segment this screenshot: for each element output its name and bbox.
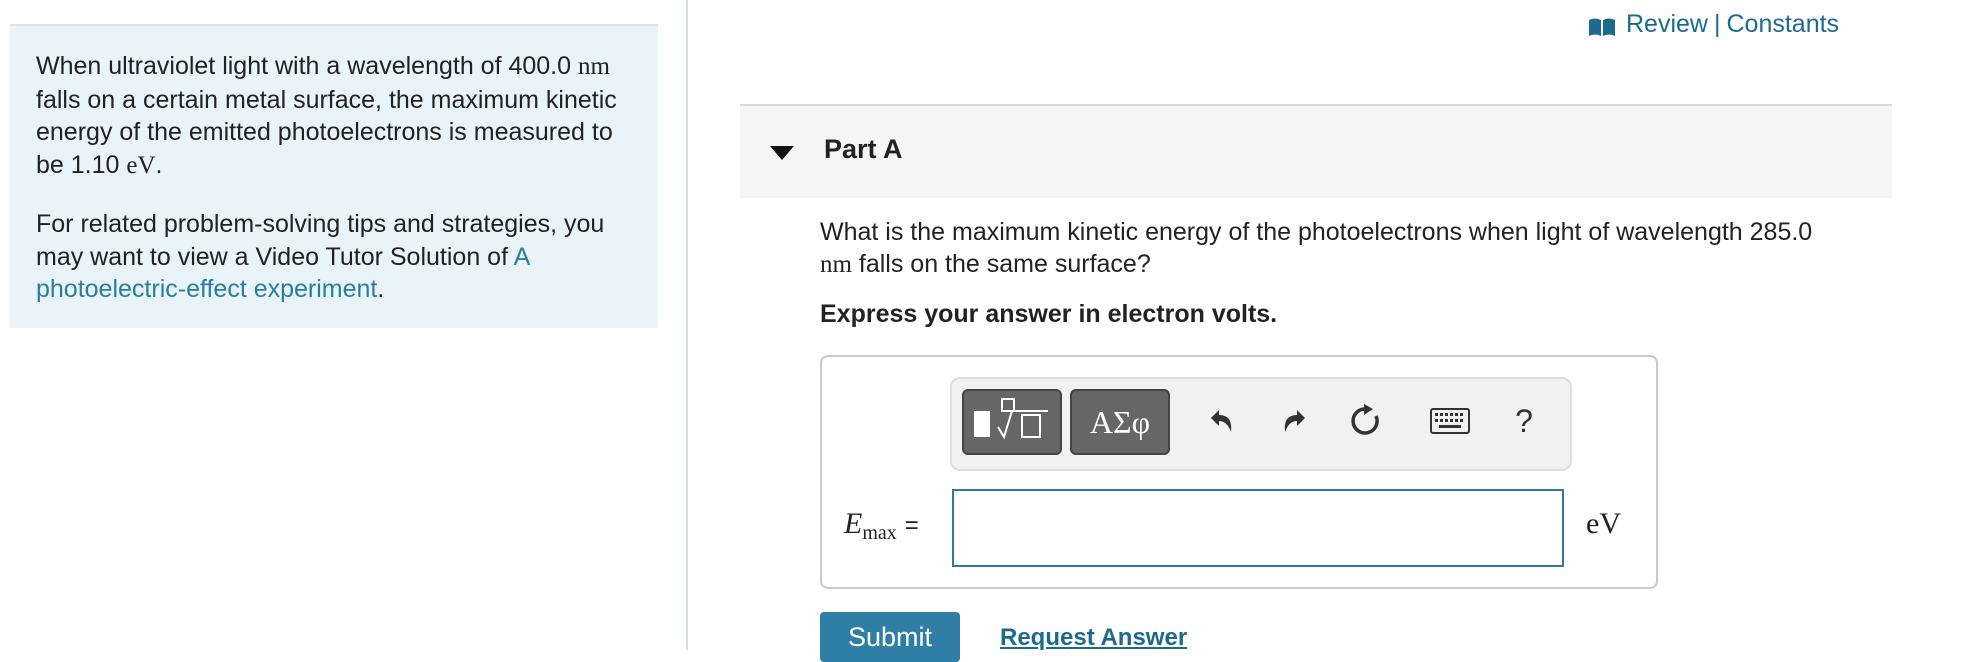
panel-divider bbox=[686, 0, 688, 650]
problem-text: . bbox=[155, 150, 163, 179]
question-segment: falls on the same surface? bbox=[851, 250, 1151, 278]
problem-text: When ultraviolet light with a wavelength… bbox=[36, 52, 578, 80]
part-title: Part A bbox=[824, 134, 903, 164]
question-segment: What is the maximum kinetic energy of th… bbox=[820, 218, 1813, 246]
unit-nm: nm bbox=[577, 53, 610, 80]
answer-instruction: Express your answer in electron volts. bbox=[820, 300, 1278, 328]
constants-link[interactable]: Constants bbox=[1726, 10, 1839, 39]
math-toolbar: ΑΣφ ? bbox=[950, 377, 1572, 471]
review-constants-links: Review | Constants bbox=[1588, 10, 1839, 39]
unit-ev: eV bbox=[126, 151, 156, 179]
problem-text: falls on a certain metal surface, the ma… bbox=[36, 85, 617, 179]
help-icon[interactable]: ? bbox=[1504, 397, 1544, 445]
variable-symbol: E bbox=[844, 507, 863, 540]
reset-icon[interactable] bbox=[1346, 397, 1386, 445]
greek-symbols-icon[interactable]: ΑΣφ bbox=[1070, 389, 1170, 455]
answer-box: ΑΣφ ? Emax = eV bbox=[820, 355, 1658, 589]
templates-icon[interactable] bbox=[962, 389, 1062, 455]
part-a-header[interactable]: Part A bbox=[740, 106, 1892, 198]
answer-unit: eV bbox=[1586, 507, 1621, 540]
answer-variable-label: Emax = bbox=[844, 507, 919, 545]
undo-icon[interactable] bbox=[1202, 397, 1242, 445]
request-answer-link[interactable]: Request Answer bbox=[1000, 624, 1187, 652]
tips-text: . bbox=[377, 275, 385, 303]
redo-icon[interactable] bbox=[1274, 397, 1314, 445]
answer-input[interactable] bbox=[952, 489, 1564, 567]
problem-statement-panel: When ultraviolet light with a wavelength… bbox=[10, 24, 658, 328]
collapse-caret-icon[interactable] bbox=[770, 146, 794, 160]
keyboard-icon[interactable] bbox=[1428, 397, 1472, 445]
equals-sign: = bbox=[904, 512, 919, 539]
problem-paragraph-2: For related problem-solving tips and str… bbox=[36, 208, 632, 306]
book-icon bbox=[1588, 15, 1616, 36]
review-link[interactable]: Review bbox=[1626, 10, 1708, 39]
question-text: What is the maximum kinetic energy of th… bbox=[820, 216, 1820, 281]
unit-nm: nm bbox=[820, 251, 852, 278]
submit-button[interactable]: Submit bbox=[820, 612, 960, 662]
link-separator: | bbox=[1713, 10, 1721, 38]
problem-paragraph-1: When ultraviolet light with a wavelength… bbox=[36, 50, 632, 182]
variable-subscript: max bbox=[862, 522, 897, 544]
